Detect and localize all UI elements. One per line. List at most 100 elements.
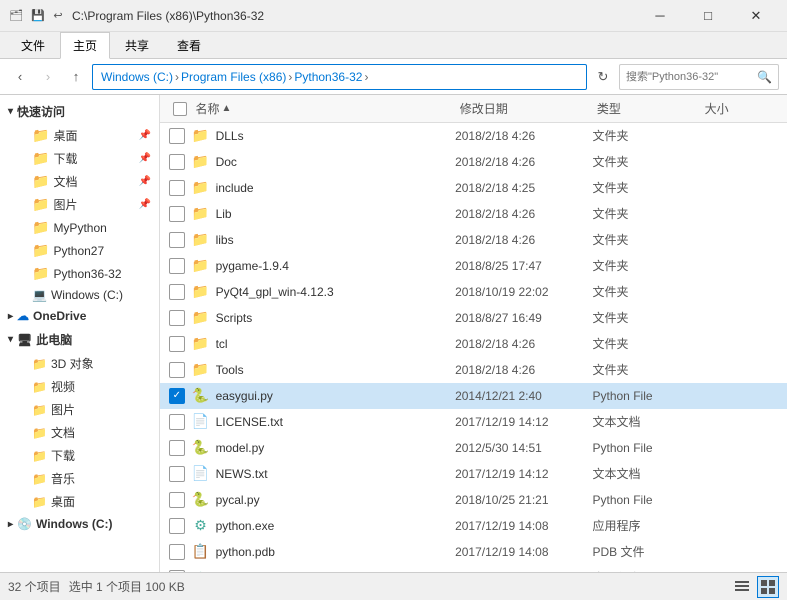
- tab-home[interactable]: 主页: [60, 32, 110, 59]
- col-header-name[interactable]: 名称 ▲: [191, 95, 455, 122]
- table-row[interactable]: 📁 DLLs 2018/2/18 4:26 文件夹: [160, 123, 787, 149]
- maximize-button[interactable]: □: [685, 0, 731, 32]
- minimize-button[interactable]: ─: [637, 0, 683, 32]
- row-checkbox[interactable]: [169, 154, 185, 170]
- table-row[interactable]: 📄 LICENSE.txt 2017/12/19 14:12 文本文档: [160, 409, 787, 435]
- row-checkbox[interactable]: [169, 544, 185, 560]
- table-row[interactable]: 📁 Tools 2018/2/18 4:26 文件夹: [160, 357, 787, 383]
- sidebar-thispc[interactable]: ▾ 🖥 此电脑: [0, 327, 159, 352]
- file-date: 2018/2/18 4:25: [455, 181, 592, 195]
- winc-drive-label: Windows (C:): [36, 517, 113, 531]
- file-name: model.py: [216, 441, 456, 455]
- row-checkbox[interactable]: ✓: [169, 388, 185, 404]
- file-date: 2018/2/18 4:26: [455, 337, 592, 351]
- file-date: 2018/2/18 4:26: [455, 155, 592, 169]
- address-bar: ‹ › ↑ Windows (C:) › Program Files (x86)…: [0, 59, 787, 95]
- row-checkbox[interactable]: [169, 466, 185, 482]
- up-button[interactable]: ↑: [64, 65, 88, 89]
- sort-arrow: ▲: [221, 103, 231, 114]
- select-all-checkbox[interactable]: [173, 102, 187, 116]
- table-row[interactable]: 📁 Doc 2018/2/18 4:26 文件夹: [160, 149, 787, 175]
- table-row[interactable]: 📁 pygame-1.9.4 2018/8/25 17:47 文件夹: [160, 253, 787, 279]
- row-checkbox[interactable]: [169, 232, 185, 248]
- large-icons-view-button[interactable]: [757, 576, 779, 598]
- folder-icon-mp: 📁: [32, 219, 49, 236]
- table-row[interactable]: 📁 include 2018/2/18 4:25 文件夹: [160, 175, 787, 201]
- sidebar-item-dl2[interactable]: 📁 下载: [24, 444, 159, 467]
- header-checkbox[interactable]: [168, 102, 191, 116]
- table-row[interactable]: 📋 python.pdb 2017/12/19 14:08 PDB 文件: [160, 539, 787, 565]
- table-row[interactable]: 🐍 model.py 2012/5/30 14:51 Python File: [160, 435, 787, 461]
- folder-icon-p27: 📁: [32, 242, 49, 259]
- sidebar-item-python36[interactable]: 📁 Python36-32: [24, 262, 159, 285]
- row-checkbox[interactable]: [169, 440, 185, 456]
- details-view-button[interactable]: [731, 576, 753, 598]
- sidebar-item-python27[interactable]: 📁 Python27: [24, 239, 159, 262]
- path-python[interactable]: Python36-32: [294, 70, 362, 84]
- search-box[interactable]: 🔍: [619, 64, 779, 90]
- col-header-size[interactable]: 大小: [701, 95, 779, 122]
- sidebar-item-desk2[interactable]: 📁 桌面: [24, 490, 159, 513]
- row-checkbox[interactable]: [169, 414, 185, 430]
- sidebar-winc-drive[interactable]: ▸ 💿 Windows (C:): [0, 513, 159, 535]
- sidebar-item-music[interactable]: 📁 音乐: [24, 467, 159, 490]
- file-date: 2014/12/21 2:40: [455, 389, 592, 403]
- tab-share[interactable]: 共享: [112, 32, 162, 58]
- forward-button[interactable]: ›: [36, 65, 60, 89]
- sidebar-item-video[interactable]: 📁 视频: [24, 375, 159, 398]
- table-row[interactable]: 📁 Scripts 2018/8/27 16:49 文件夹: [160, 305, 787, 331]
- col-type-label: 类型: [597, 100, 621, 117]
- col-header-type[interactable]: 类型: [593, 95, 701, 122]
- drive-icon-winc: 💻: [32, 288, 47, 302]
- file-date: 2018/8/27 16:49: [455, 311, 592, 325]
- table-row[interactable]: 📁 Lib 2018/2/18 4:26 文件夹: [160, 201, 787, 227]
- sidebar-item-pic2[interactable]: 📁 图片: [24, 398, 159, 421]
- sidebar-item-3d[interactable]: 📁 3D 对象: [24, 352, 159, 375]
- sidebar-onedrive[interactable]: ▸ ☁ OneDrive: [0, 305, 159, 327]
- path-windows[interactable]: Windows (C:): [101, 70, 173, 84]
- table-row[interactable]: 📁 tcl 2018/2/18 4:26 文件夹: [160, 331, 787, 357]
- table-row[interactable]: ⚙ python_d.exe 2017/12/19 14:11 应用程序: [160, 565, 787, 572]
- row-checkbox[interactable]: [169, 284, 185, 300]
- tab-view[interactable]: 查看: [164, 32, 214, 58]
- search-input[interactable]: [626, 71, 753, 83]
- row-checkbox[interactable]: [169, 310, 185, 326]
- row-checkbox[interactable]: [169, 128, 185, 144]
- view-controls: [731, 576, 779, 598]
- table-row[interactable]: ⚙ python.exe 2017/12/19 14:08 应用程序: [160, 513, 787, 539]
- file-type: 文件夹: [593, 127, 701, 144]
- sidebar-item-pictures[interactable]: 📁 图片 📌: [24, 193, 159, 216]
- refresh-button[interactable]: ↻: [591, 65, 615, 89]
- row-checkbox[interactable]: [169, 258, 185, 274]
- table-row[interactable]: 📁 libs 2018/2/18 4:26 文件夹: [160, 227, 787, 253]
- sidebar-item-doc2[interactable]: 📁 文档: [24, 421, 159, 444]
- row-checkbox[interactable]: [169, 180, 185, 196]
- sidebar-item-documents[interactable]: 📁 文档 📌: [24, 170, 159, 193]
- col-header-date[interactable]: 修改日期: [456, 95, 593, 122]
- table-row[interactable]: 🐍 pycal.py 2018/10/25 21:21 Python File: [160, 487, 787, 513]
- file-date: 2018/2/18 4:26: [455, 363, 592, 377]
- sidebar-item-winc[interactable]: 💻 Windows (C:): [24, 285, 159, 305]
- sidebar-item-downloads[interactable]: 📁 下载 📌: [24, 147, 159, 170]
- ribbon: 文件 主页 共享 查看: [0, 32, 787, 59]
- path-programfiles[interactable]: Program Files (x86): [181, 70, 286, 84]
- sidebar-quick-access[interactable]: ▾ 快速访问: [0, 99, 159, 124]
- table-row[interactable]: 📁 PyQt4_gpl_win-4.12.3 2018/10/19 22:02 …: [160, 279, 787, 305]
- table-row[interactable]: ✓ 🐍 easygui.py 2014/12/21 2:40 Python Fi…: [160, 383, 787, 409]
- file-icon: 📁: [192, 205, 210, 223]
- close-button[interactable]: ✕: [733, 0, 779, 32]
- row-checkbox[interactable]: [169, 518, 185, 534]
- file-name: NEWS.txt: [216, 467, 456, 481]
- sidebar-item-desktop[interactable]: 📁 桌面 📌: [24, 124, 159, 147]
- address-path[interactable]: Windows (C:) › Program Files (x86) › Pyt…: [92, 64, 587, 90]
- row-checkbox[interactable]: [169, 206, 185, 222]
- back-button[interactable]: ‹: [8, 65, 32, 89]
- table-row[interactable]: 📄 NEWS.txt 2017/12/19 14:12 文本文档: [160, 461, 787, 487]
- row-checkbox-col: [168, 284, 192, 300]
- row-checkbox[interactable]: [169, 362, 185, 378]
- file-type: Python File: [593, 493, 701, 507]
- row-checkbox[interactable]: [169, 492, 185, 508]
- sidebar-item-mypython[interactable]: 📁 MyPython: [24, 216, 159, 239]
- row-checkbox[interactable]: [169, 336, 185, 352]
- tab-file[interactable]: 文件: [8, 32, 58, 58]
